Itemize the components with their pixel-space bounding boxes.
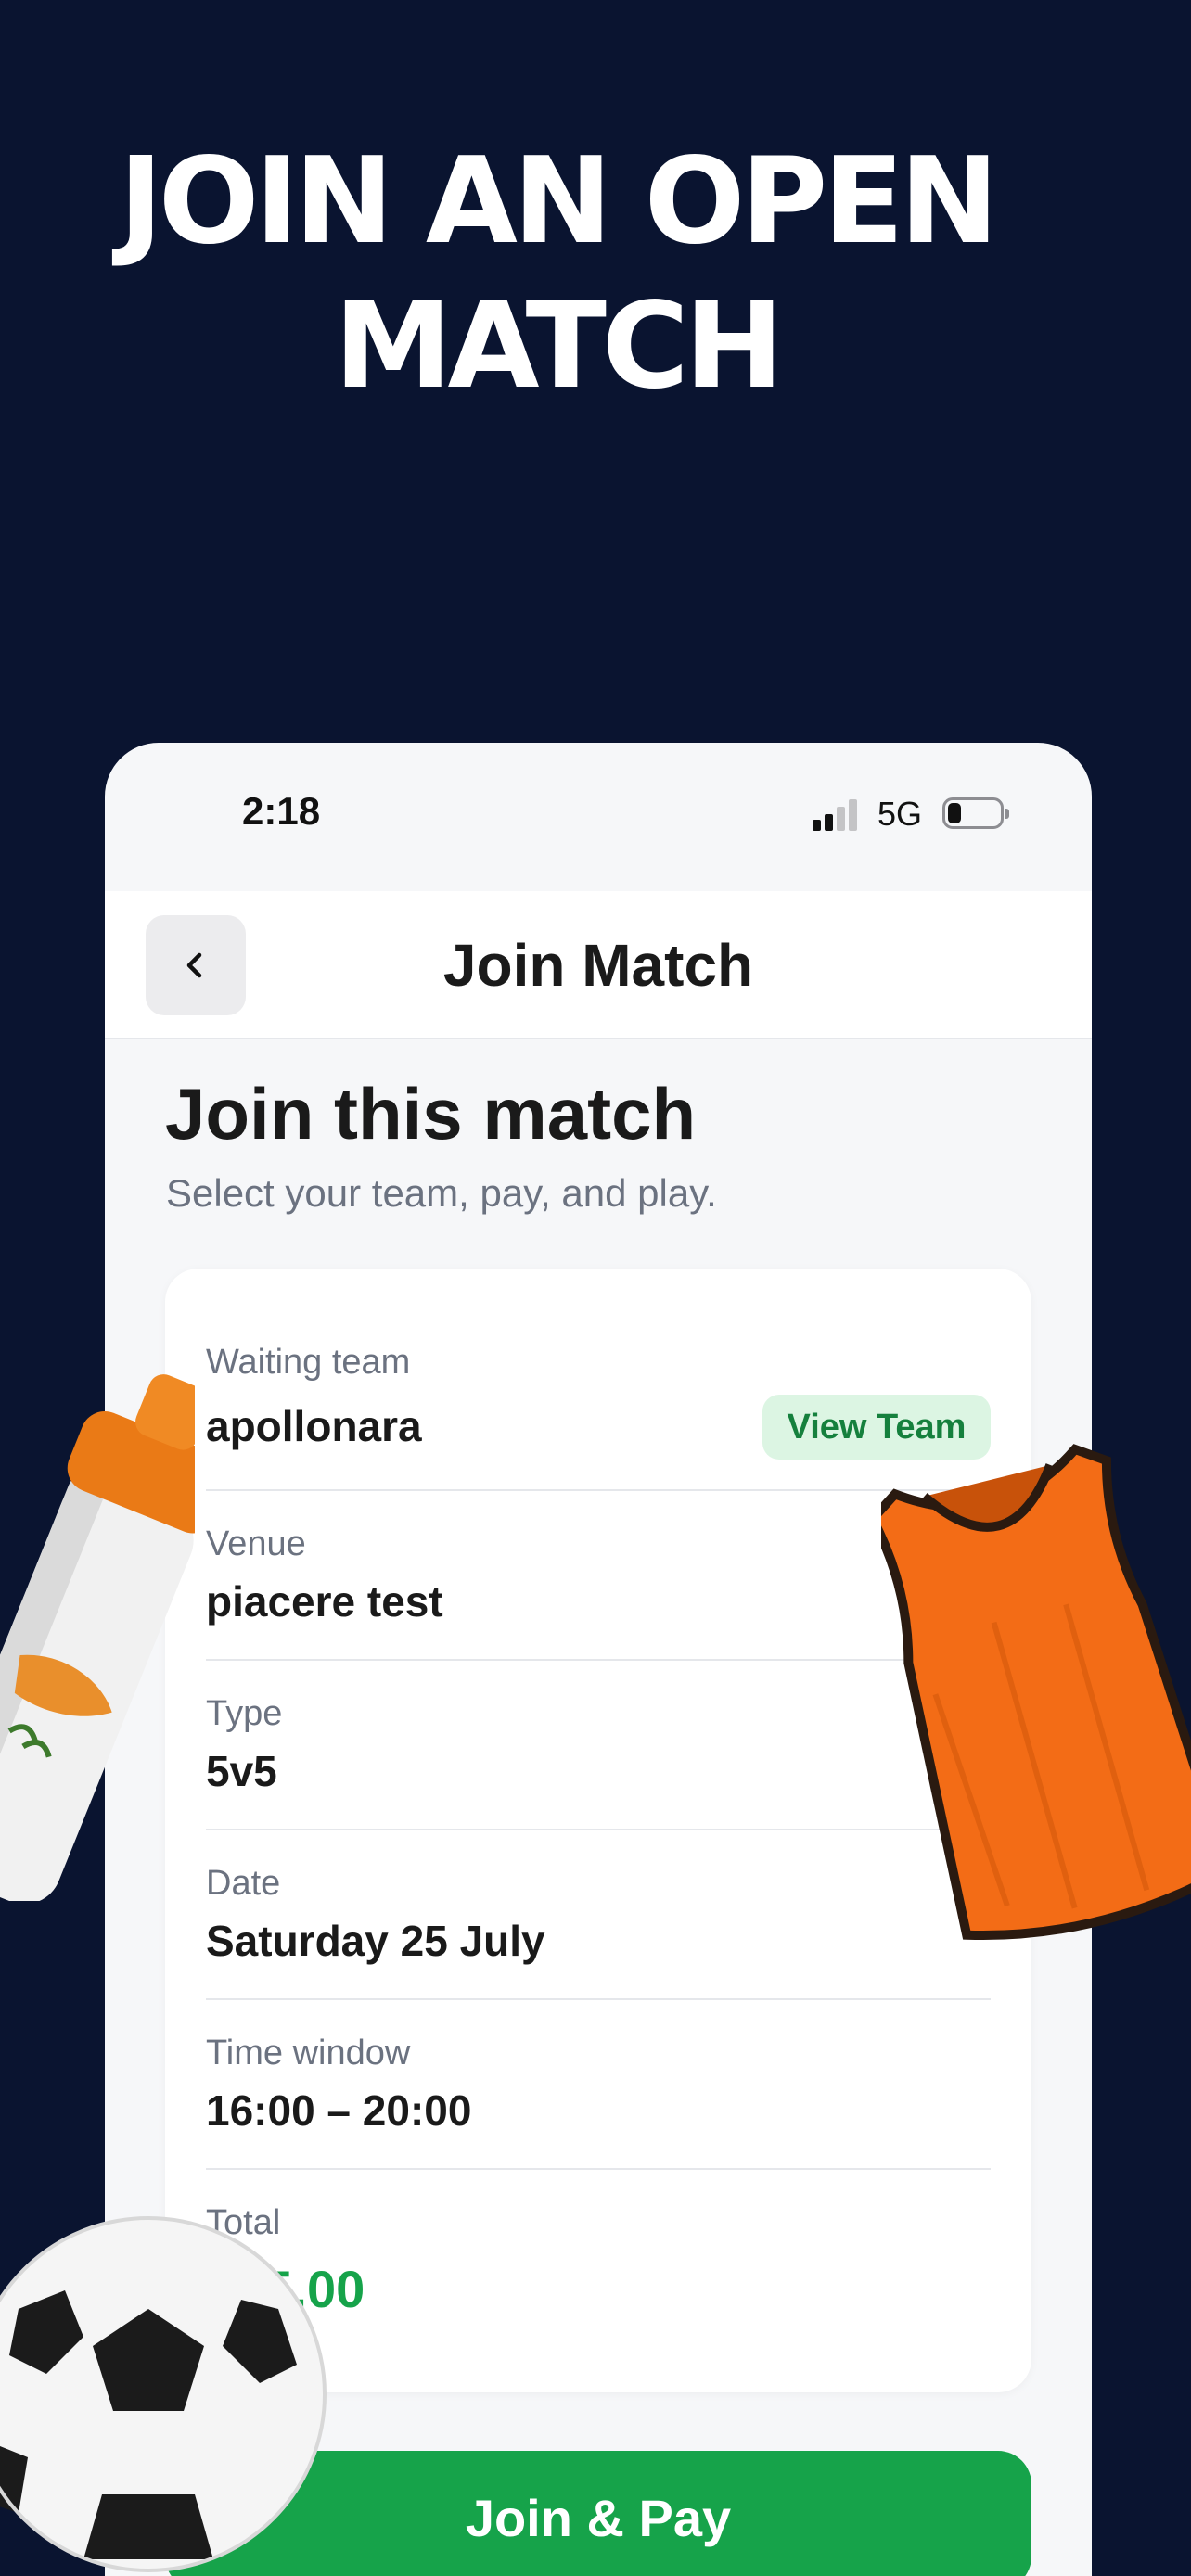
type-value: 5v5 [206, 1747, 277, 1795]
waiting-team-value: apollonara [206, 1402, 422, 1450]
training-bib-icon [881, 1444, 1191, 1941]
soccer-ball-icon [0, 2216, 327, 2572]
type-label: Type [206, 1694, 283, 1733]
battery-icon [942, 797, 1009, 829]
promo-title-line-2: MATCH [334, 277, 784, 415]
back-button[interactable] [146, 915, 246, 1015]
nav-title: Join Match [442, 932, 754, 999]
nav-bar: Join Match [105, 891, 1092, 1039]
time-window-label: Time window [206, 2034, 411, 2072]
page-subtitle: Select your team, pay, and play. [166, 1171, 717, 1215]
promo-title-line-1: JOIN AN OPEN [119, 133, 999, 271]
date-label: Date [206, 1864, 281, 1903]
network-label: 5G [877, 795, 923, 833]
date-value: Saturday 25 July [206, 1917, 545, 1965]
date-row: Date Saturday 25 July [206, 1830, 991, 2000]
promo-title: JOIN AN OPEN MATCH [0, 130, 1113, 419]
water-bottle-icon [0, 1374, 195, 1901]
page-title: Join this match [165, 1073, 697, 1154]
signal-icon [813, 799, 859, 831]
time-window-row: Time window 16:00 – 20:00 [206, 2000, 991, 2170]
status-bar: 2:18 5G [105, 743, 1092, 891]
venue-row: Venue piacere test [206, 1491, 991, 1661]
chevron-left-icon [186, 952, 202, 978]
waiting-team-label: Waiting team [206, 1343, 411, 1382]
waiting-team-row: Waiting team apollonara View Team [206, 1269, 991, 1491]
venue-value: piacere test [206, 1577, 443, 1626]
venue-label: Venue [206, 1524, 306, 1563]
time-window-value: 16:00 – 20:00 [206, 2086, 472, 2135]
status-time: 2:18 [242, 789, 321, 833]
type-row: Type 5v5 [206, 1661, 991, 1830]
